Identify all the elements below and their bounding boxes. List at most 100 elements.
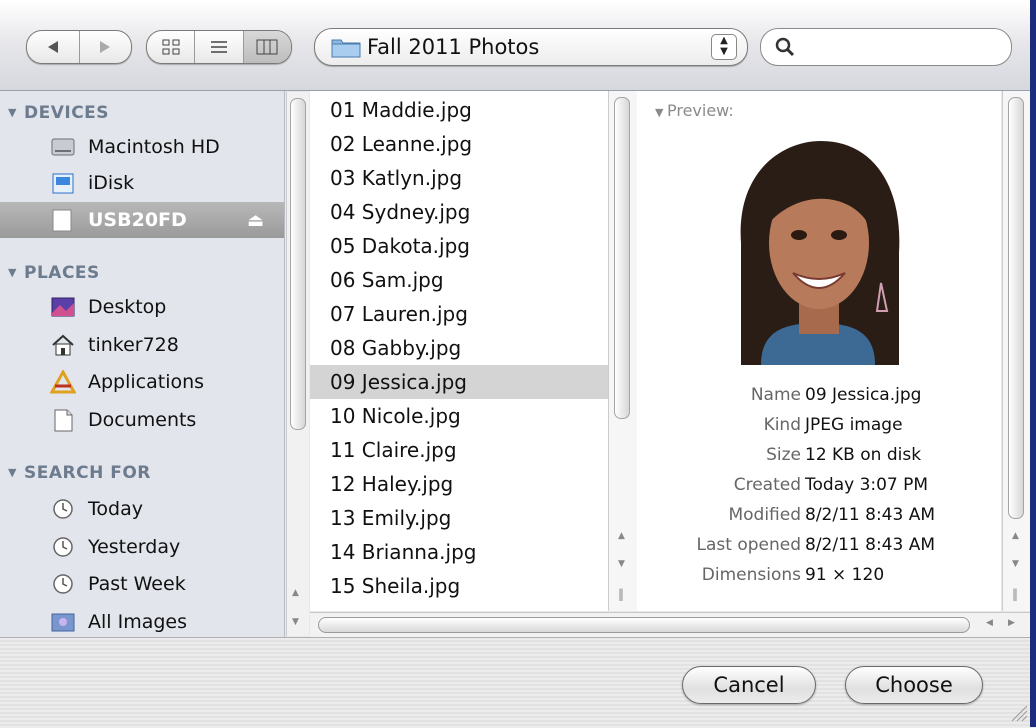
info-row: Dimensions 91 × 120 xyxy=(701,565,885,585)
preview-scroll-thumb[interactable] xyxy=(1008,97,1024,519)
scroll-down-arrow-icon[interactable]: ▼ xyxy=(618,559,625,569)
scroll-up-arrow-icon[interactable]: ▲ xyxy=(292,588,299,598)
scroll-up-arrow-icon[interactable]: ▲ xyxy=(1012,531,1019,541)
sidebar-item-usb20fd[interactable]: USB20FD ⏏ xyxy=(0,202,284,238)
choose-button[interactable]: Choose xyxy=(845,666,983,704)
horizontal-scroll-thumb[interactable] xyxy=(318,617,970,633)
applications-icon xyxy=(50,370,76,394)
file-row[interactable]: 10 Nicole.jpg xyxy=(310,399,608,433)
sidebar-item-all-images[interactable]: All Images xyxy=(0,604,284,640)
dialog-footer: Cancel Choose xyxy=(0,637,1036,728)
file-column-scroll-thumb[interactable] xyxy=(614,97,630,419)
file-row[interactable]: 07 Lauren.jpg xyxy=(310,297,608,331)
devices-header[interactable]: ▼ DEVICES xyxy=(8,103,109,123)
sidebar-item-tinker728[interactable]: tinker728 xyxy=(0,327,284,363)
toolbar: Fall 2011 Photos ▲ ▼ xyxy=(0,0,1036,91)
preview-image xyxy=(731,133,905,365)
file-row[interactable]: 11 Claire.jpg xyxy=(310,433,608,467)
file-info: Name 09 Jessica.jpg Kind JPEG image Size 12… xyxy=(637,385,1001,595)
search-input[interactable] xyxy=(803,35,997,59)
disclosure-triangle-icon: ▼ xyxy=(655,106,667,119)
list-view-button[interactable] xyxy=(195,31,244,63)
file-row[interactable]: 02 Leanne.jpg xyxy=(310,127,608,161)
disclosure-triangle-icon: ▼ xyxy=(8,106,17,119)
clock-icon xyxy=(53,537,73,557)
sidebar-item-today[interactable]: Today xyxy=(0,491,284,527)
desktop-icon xyxy=(51,297,75,317)
file-row[interactable]: 01 Maddie.jpg xyxy=(310,93,608,127)
forward-arrow-icon xyxy=(100,41,111,53)
clock-icon xyxy=(53,574,73,594)
icon-grid-icon xyxy=(162,39,180,55)
scroll-down-arrow-icon[interactable]: ▼ xyxy=(292,617,299,627)
resize-grip-icon[interactable] xyxy=(1008,702,1028,722)
search-field[interactable] xyxy=(760,28,1012,66)
file-column: 01 Maddie.jpg 02 Leanne.jpg 03 Katlyn.jp… xyxy=(310,91,608,611)
file-row[interactable]: 14 Brianna.jpg xyxy=(310,535,608,569)
info-row: Created Today 3:07 PM xyxy=(733,475,929,495)
file-row[interactable]: 08 Gabby.jpg xyxy=(310,331,608,365)
eject-icon[interactable]: ⏏ xyxy=(247,210,264,231)
column-resize-handle-icon[interactable]: ‖ xyxy=(618,587,624,601)
nav-buttons xyxy=(26,30,132,64)
view-mode-buttons xyxy=(146,30,292,64)
folder-stepper-icon[interactable]: ▲ ▼ xyxy=(711,34,737,60)
places-header[interactable]: ▼ PLACES xyxy=(8,263,100,283)
sidebar-scrollbar[interactable]: ▲ ▼ xyxy=(286,92,309,636)
sidebar-item-desktop[interactable]: Desktop xyxy=(0,289,284,325)
folder-icon xyxy=(331,39,361,58)
back-arrow-icon xyxy=(47,41,58,53)
search-icon xyxy=(775,37,795,57)
hard-drive-icon xyxy=(51,138,75,156)
folder-popup[interactable]: Fall 2011 Photos ▲ ▼ xyxy=(314,28,748,66)
file-row-selected[interactable]: 09 Jessica.jpg xyxy=(310,365,608,399)
scroll-up-arrow-icon[interactable]: ▲ xyxy=(618,531,625,541)
info-row: Modified 8/2/11 8:43 AM xyxy=(728,505,935,525)
file-row[interactable]: 03 Katlyn.jpg xyxy=(310,161,608,195)
preview-scrollbar[interactable]: ▲ ▼ ‖ xyxy=(1002,91,1031,611)
sidebar-item-yesterday[interactable]: Yesterday xyxy=(0,529,284,565)
forward-button[interactable] xyxy=(80,31,132,63)
column-resize-handle-icon[interactable]: ‖ xyxy=(1012,587,1018,601)
sidebar-item-documents[interactable]: Documents xyxy=(0,402,284,438)
file-row[interactable]: 13 Emily.jpg xyxy=(310,501,608,535)
info-row: Kind JPEG image xyxy=(763,415,903,435)
idisk-icon xyxy=(52,173,74,194)
scroll-right-arrow-icon[interactable]: ▶ xyxy=(1008,618,1015,628)
file-row[interactable]: 04 Sydney.jpg xyxy=(310,195,608,229)
folder-name: Fall 2011 Photos xyxy=(367,35,540,59)
info-row: Size 12 KB on disk xyxy=(766,445,922,465)
search-for-header[interactable]: ▼ SEARCH FOR xyxy=(8,463,151,483)
column-view-button[interactable] xyxy=(243,31,291,63)
file-row[interactable]: 15 Sheila.jpg xyxy=(310,569,608,603)
sidebar-scroll-thumb[interactable] xyxy=(290,98,306,430)
scroll-down-arrow-icon[interactable]: ▼ xyxy=(1012,559,1019,569)
file-row[interactable]: 12 Haley.jpg xyxy=(310,467,608,501)
preview-header[interactable]: ▼ Preview: xyxy=(655,101,734,120)
disclosure-triangle-icon: ▼ xyxy=(8,466,17,479)
horizontal-scrollbar[interactable]: ◀ ▶ xyxy=(310,612,1030,637)
file-row[interactable]: 06 Sam.jpg xyxy=(310,263,608,297)
preview-pane: ▼ Preview: Name 09 Jessica.jpg Kind JPEG i… xyxy=(637,91,1001,611)
scroll-left-arrow-icon[interactable]: ◀ xyxy=(986,618,993,628)
sidebar-item-idisk[interactable]: iDisk xyxy=(0,165,284,201)
file-row[interactable]: 05 Dakota.jpg xyxy=(310,229,608,263)
list-icon xyxy=(210,41,227,53)
sidebar-item-macintosh-hd[interactable]: Macintosh HD xyxy=(0,129,284,165)
images-folder-icon xyxy=(51,613,75,632)
cancel-button[interactable]: Cancel xyxy=(682,666,816,704)
sidebar-item-past-week[interactable]: Past Week xyxy=(0,566,284,602)
usb-drive-icon xyxy=(52,209,72,232)
home-icon xyxy=(52,334,74,356)
clock-icon xyxy=(53,499,73,519)
background-window-edge xyxy=(1030,0,1036,727)
file-column-scrollbar[interactable]: ▲ ▼ ‖ xyxy=(608,91,637,611)
sidebar: ▼ DEVICES Macintosh HD iDisk USB20FD ⏏ ▼… xyxy=(0,91,285,637)
disclosure-triangle-icon: ▼ xyxy=(8,266,17,279)
sidebar-item-applications[interactable]: Applications xyxy=(0,364,284,400)
icon-view-button[interactable] xyxy=(147,31,196,63)
back-button[interactable] xyxy=(27,31,80,63)
info-row: Name 09 Jessica.jpg xyxy=(750,385,922,405)
documents-icon xyxy=(54,409,73,432)
columns-icon xyxy=(256,39,278,55)
